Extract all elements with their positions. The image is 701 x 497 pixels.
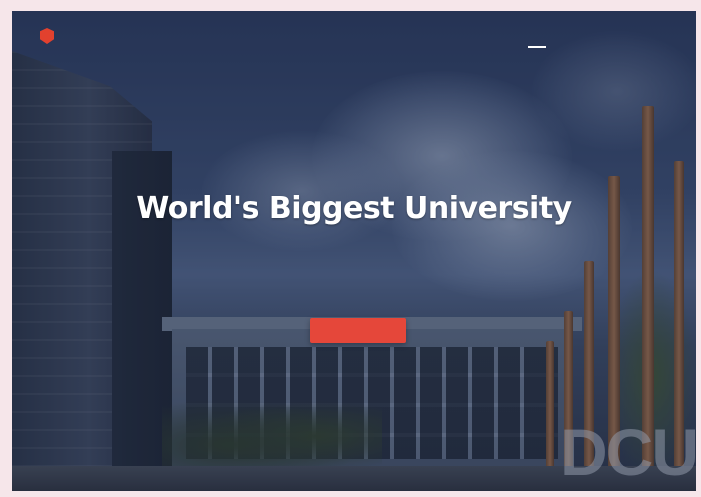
- shield-logo-icon: [40, 28, 54, 44]
- nav-item-1[interactable]: [528, 33, 546, 48]
- site-logo[interactable]: [40, 28, 96, 44]
- nav-item-3[interactable]: [592, 33, 610, 43]
- nav-item-2[interactable]: [560, 33, 578, 43]
- nav-item-4[interactable]: [624, 33, 642, 43]
- browser-viewport: DCU World's Biggest University: [12, 11, 696, 491]
- hero-subtitle: [212, 249, 512, 279]
- site-header: [12, 11, 696, 65]
- main-nav: [528, 33, 674, 48]
- logo-text: [60, 32, 96, 40]
- hero-title: World's Biggest University: [136, 191, 572, 226]
- hero-cta-button[interactable]: [310, 318, 406, 343]
- nav-item-5[interactable]: [656, 33, 674, 43]
